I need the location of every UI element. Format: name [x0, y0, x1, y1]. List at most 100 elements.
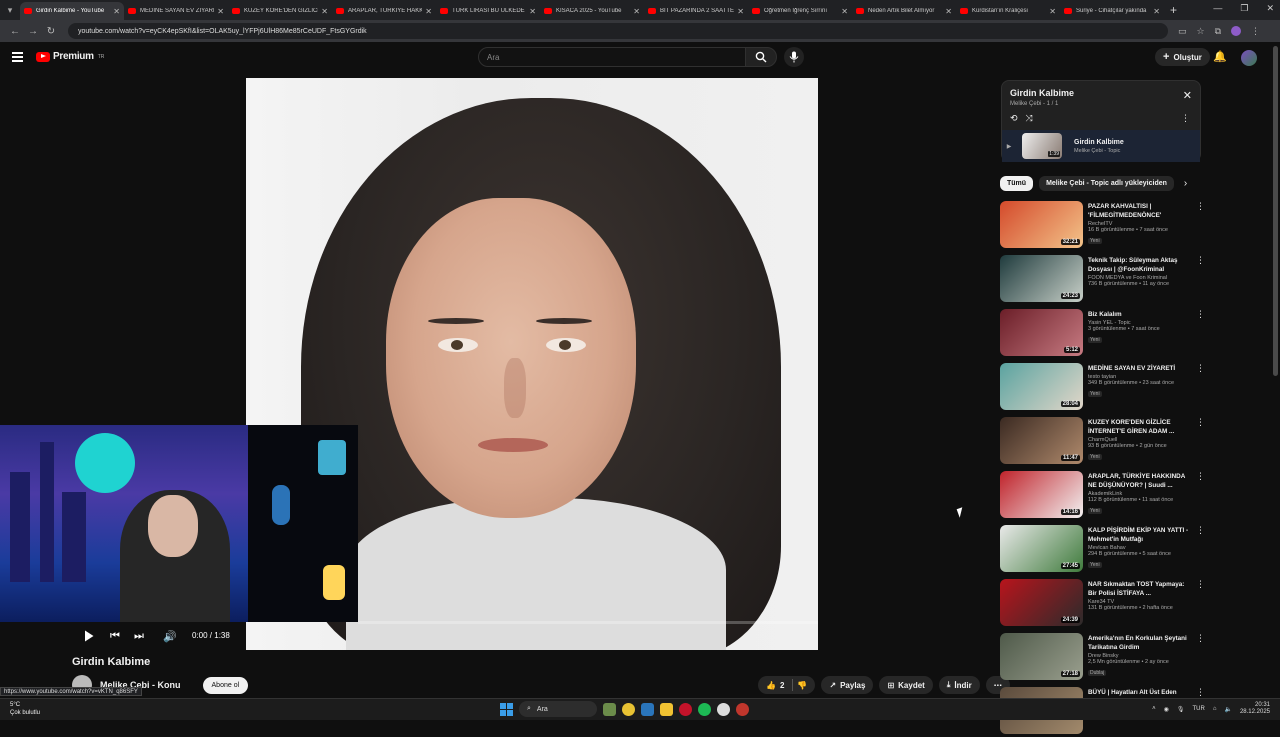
- browser-tab[interactable]: BİT PAZARINDA 2 SAATTE ✕: [644, 2, 748, 20]
- voice-search-button[interactable]: [784, 47, 804, 67]
- chrome-icon[interactable]: [622, 702, 635, 716]
- save-button[interactable]: ⊞ Kaydet: [879, 676, 933, 694]
- playlist-title[interactable]: Girdin Kalbime: [1010, 88, 1074, 98]
- minimize-icon[interactable]: —: [1213, 3, 1222, 14]
- language-indicator[interactable]: TUR: [1193, 706, 1205, 712]
- recommendation-item[interactable]: 11:47 KUZEY KORE'DEN GİZLİCE İNTERNET'E G…: [1000, 417, 1205, 467]
- more-options-icon[interactable]: ⋮: [1196, 309, 1205, 320]
- recommendation-item[interactable]: 32:21 PAZAR KAHVALTISI | 'FİLMEGİTMEDENÖN…: [1000, 201, 1205, 251]
- close-icon[interactable]: ✕: [1183, 89, 1192, 102]
- tray-mic-icon[interactable]: 🎙: [1177, 706, 1185, 713]
- recommendation-item[interactable]: 14:16 ARAPLAR, TÜRKİYE HAKKINDA NE DÜŞÜNÜ…: [1000, 471, 1205, 521]
- windows-start-icon[interactable]: [500, 702, 513, 716]
- recommendation-thumbnail[interactable]: 32:21: [1000, 201, 1083, 248]
- forward-icon[interactable]: →: [24, 26, 42, 37]
- browser-tab[interactable]: Girdin Kalbime - YouTube ✕: [20, 2, 124, 20]
- recommendation-item[interactable]: 28:04 MEDİNE SAYAN EV ZİYARETİ testo tayia…: [1000, 363, 1205, 413]
- chevron-right-icon[interactable]: ›: [1184, 178, 1187, 189]
- tab-close-icon[interactable]: ✕: [1049, 7, 1056, 16]
- clock[interactable]: 20:31 28.12.2025: [1240, 702, 1270, 716]
- network-icon[interactable]: ⌂: [1213, 706, 1217, 712]
- like-button[interactable]: 👍 2 👎: [758, 676, 816, 694]
- thumbs-down-icon[interactable]: 👎: [797, 681, 807, 690]
- file-explorer-icon[interactable]: [660, 702, 673, 716]
- scrollbar[interactable]: [1273, 46, 1278, 376]
- tray-app-icon[interactable]: ◉: [1164, 706, 1169, 713]
- more-options-icon[interactable]: ⋮: [1196, 633, 1205, 644]
- share-button[interactable]: ↗ Paylaş: [821, 676, 874, 694]
- loop-icon[interactable]: ⟲: [1010, 113, 1018, 124]
- progress-bar[interactable]: [358, 621, 818, 624]
- next-button[interactable]: ⏭: [134, 630, 144, 643]
- tab-close-icon[interactable]: ✕: [945, 7, 952, 16]
- recommendation-thumbnail[interactable]: 24:39: [1000, 579, 1083, 626]
- widgets-app-icon[interactable]: [603, 702, 616, 716]
- create-button[interactable]: + Oluştur: [1155, 48, 1210, 66]
- weather-widget[interactable]: 5°C Çok bulutlu: [10, 701, 40, 717]
- playlist-item[interactable]: ▶ 1:39 Girdin Kalbime Melike Çebi - Topi…: [1002, 130, 1200, 162]
- tab-close-icon[interactable]: ✕: [1153, 7, 1160, 16]
- back-icon[interactable]: ←: [6, 26, 24, 37]
- browser-tab[interactable]: Neden Artık Bilet Almıyor ✕: [852, 2, 956, 20]
- browser-tab[interactable]: Suriye - Cihatçılar yakında ✕: [1060, 2, 1164, 20]
- tab-close-icon[interactable]: ✕: [737, 7, 744, 16]
- more-options-icon[interactable]: ⋮: [1196, 255, 1205, 266]
- chip-uploader[interactable]: Melike Çebi - Topic adlı yükleyiciden: [1039, 176, 1174, 191]
- tab-close-icon[interactable]: ✕: [321, 7, 328, 16]
- tab-search-icon[interactable]: ▾: [0, 0, 20, 20]
- browser-tab[interactable]: Öğretmen İğrenç Sırrını ✕: [748, 2, 852, 20]
- steam-icon[interactable]: [641, 702, 654, 716]
- app-icon[interactable]: [736, 702, 749, 716]
- youtube-logo[interactable]: Premium TR: [36, 51, 104, 62]
- tray-chevron-icon[interactable]: ˄: [1152, 706, 1156, 712]
- recommendation-item[interactable]: 24:39 NAR Sıkmaktan TOST Yapmaya: Bir Pol…: [1000, 579, 1205, 629]
- previous-button[interactable]: ⏮: [110, 630, 120, 643]
- speaker-icon[interactable]: 🔈: [1224, 706, 1231, 713]
- browser-tab[interactable]: Kürdistan'ın Kraliçesi ✕: [956, 2, 1060, 20]
- browser-tab[interactable]: MEDİNE SAYAN EV ZİYARETİ ✕: [124, 2, 228, 20]
- tab-close-icon[interactable]: ✕: [529, 7, 536, 16]
- more-options-icon[interactable]: ⋮: [1196, 201, 1205, 212]
- new-tab-button[interactable]: +: [1170, 3, 1177, 17]
- account-avatar[interactable]: [1241, 50, 1257, 66]
- close-window-icon[interactable]: ✕: [1266, 3, 1274, 14]
- menu-icon[interactable]: [12, 52, 23, 62]
- more-options-icon[interactable]: ⋮: [1196, 525, 1205, 536]
- recommendation-item[interactable]: 5:12 Biz Kalalım Yasin YEL - Topic 3 görünt…: [1000, 309, 1205, 359]
- download-button[interactable]: ⤓ İndir: [938, 676, 980, 694]
- tab-close-icon[interactable]: ✕: [425, 7, 432, 16]
- recommendation-thumbnail[interactable]: 11:47: [1000, 417, 1083, 464]
- maximize-icon[interactable]: ❐: [1240, 3, 1248, 14]
- tab-close-icon[interactable]: ✕: [633, 7, 640, 16]
- address-bar[interactable]: youtube.com/watch?v=eyCK4epSKfI&list=OLA…: [68, 23, 1168, 39]
- reload-icon[interactable]: ↻: [42, 26, 60, 37]
- tab-close-icon[interactable]: ✕: [113, 7, 120, 16]
- recommendation-thumbnail[interactable]: 27:45: [1000, 525, 1083, 572]
- recommendation-item[interactable]: 24:23 Teknik Takip: Süleyman Aktaş Dosyas…: [1000, 255, 1205, 305]
- play-button[interactable]: [84, 630, 94, 645]
- shuffle-icon[interactable]: ⤨: [1026, 113, 1033, 124]
- volume-button[interactable]: 🔊: [163, 630, 177, 643]
- tab-close-icon[interactable]: ✕: [841, 7, 848, 16]
- more-options-icon[interactable]: ⋮: [1196, 363, 1205, 374]
- recommendation-thumbnail[interactable]: 14:16: [1000, 471, 1083, 518]
- chip-all[interactable]: Tümü: [1000, 176, 1034, 191]
- browser-tab[interactable]: KUZEY KORE'DEN GİZLİCE ✕: [228, 2, 332, 20]
- search-input[interactable]: Ara: [478, 47, 746, 67]
- browser-tab[interactable]: TÜRK LİRASI BU ÜLKEDE ✕: [436, 2, 540, 20]
- more-options-icon[interactable]: ⋮: [1196, 471, 1205, 482]
- more-options-icon[interactable]: ⋮: [1196, 579, 1205, 590]
- recommendation-item[interactable]: 27:18 Amerika'nın En Korkulan Şeytani Tar…: [1000, 633, 1205, 683]
- recommendation-thumbnail[interactable]: 24:23: [1000, 255, 1083, 302]
- subscribe-button[interactable]: Abone ol: [202, 676, 249, 694]
- recommendation-thumbnail[interactable]: 27:18: [1000, 633, 1083, 680]
- recommendation-item[interactable]: 27:45 KALP PİŞİRDİM EKİP YAN YATTI - Mehm…: [1000, 525, 1205, 575]
- recommendation-thumbnail[interactable]: 5:12: [1000, 309, 1083, 356]
- profile-avatar[interactable]: [1231, 26, 1242, 36]
- taskbar-search[interactable]: ⌕ Ara: [519, 701, 597, 717]
- browser-menu-icon[interactable]: ⋮: [1251, 26, 1260, 37]
- notifications-bell-icon[interactable]: 🔔: [1213, 50, 1227, 63]
- spotify-icon[interactable]: [698, 702, 711, 716]
- extensions-icon[interactable]: ⧉: [1215, 26, 1221, 37]
- browser-tab[interactable]: KISACA 2025 - YouTube ✕: [540, 2, 644, 20]
